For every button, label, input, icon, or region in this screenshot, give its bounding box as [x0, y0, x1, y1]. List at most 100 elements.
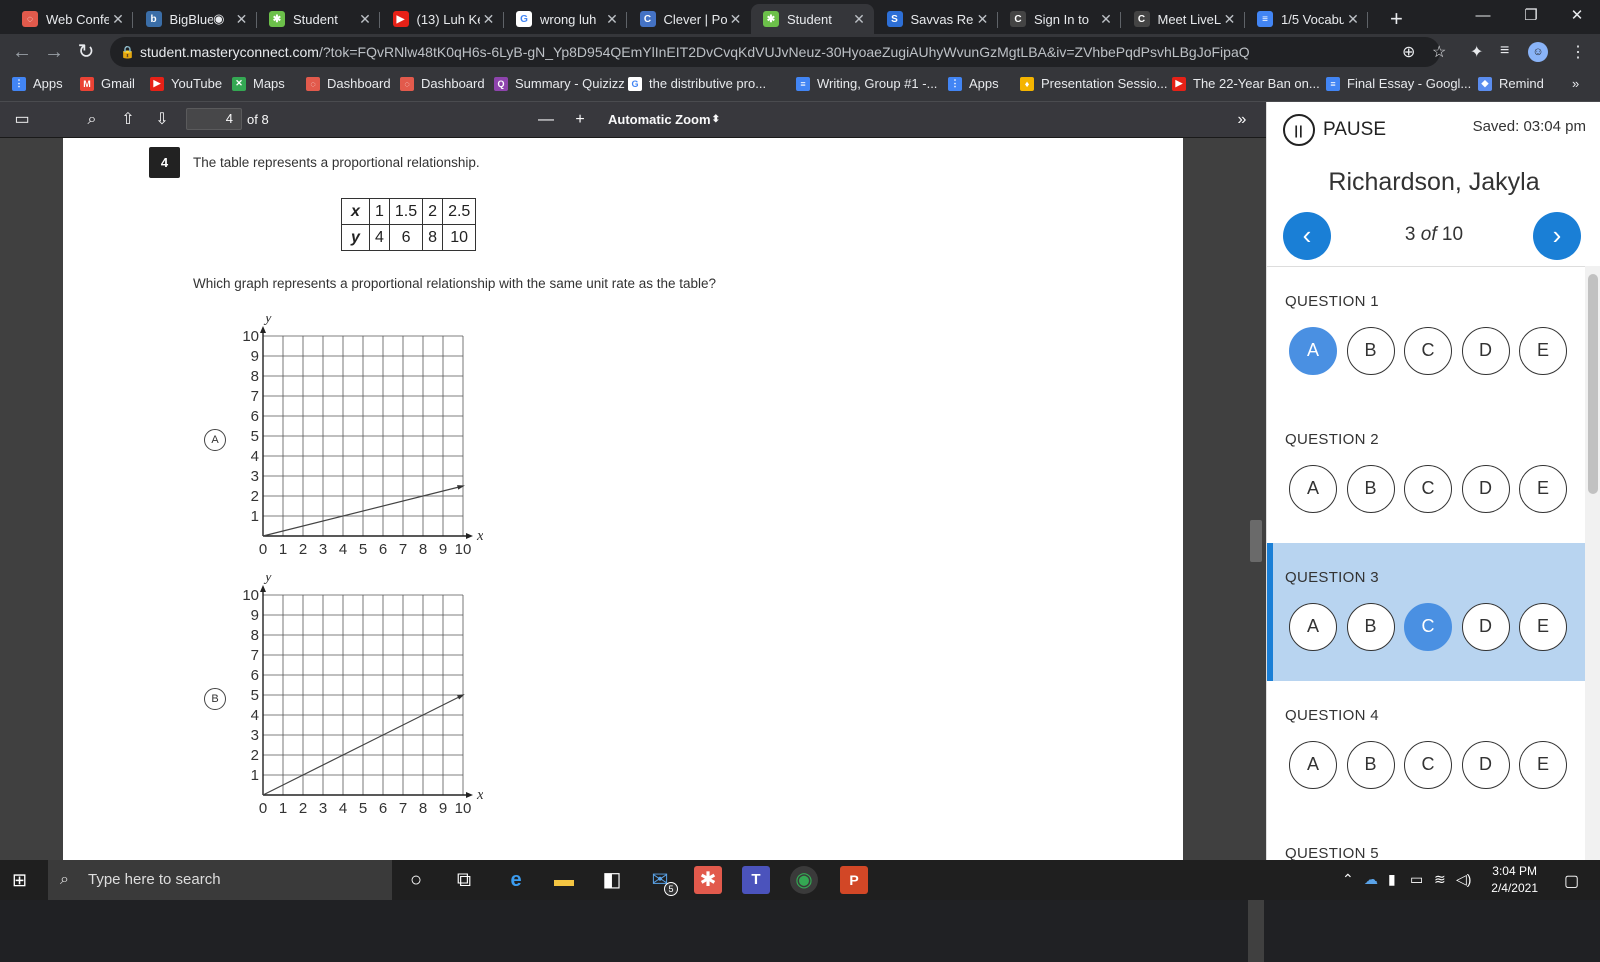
answer-option[interactable]: B [1346, 327, 1395, 375]
bookmark-item[interactable]: ◆ Remind [1478, 76, 1544, 91]
extensions-icon[interactable]: ✦ [1470, 42, 1483, 62]
next-question-button[interactable]: › [1533, 212, 1581, 260]
battery-icon[interactable]: ▭ [1410, 871, 1423, 888]
answer-option[interactable]: E [1519, 603, 1567, 651]
tray-chevron-icon[interactable]: ⌃ [1342, 871, 1354, 888]
bookmark-item[interactable]: ◌ Dashboard [400, 76, 485, 91]
browser-tab[interactable]: Gwrong luh ✕ [504, 4, 627, 34]
find-icon[interactable]: ⌕ [80, 108, 104, 132]
answer-option[interactable]: A [1289, 327, 1337, 375]
bookmark-item[interactable]: ▶ The 22-Year Ban on... [1172, 76, 1320, 91]
answer-option[interactable]: C [1404, 741, 1452, 789]
answer-option[interactable]: D [1461, 465, 1510, 513]
answer-option[interactable]: A [1289, 465, 1337, 513]
tab-close-icon[interactable]: ✕ [1097, 11, 1115, 28]
back-button[interactable]: ← [8, 38, 36, 66]
tab-close-icon[interactable]: ✕ [109, 11, 127, 28]
store-icon[interactable]: ◧ [598, 866, 626, 894]
bookmark-item[interactable]: ◌ Dashboard [306, 76, 391, 91]
sidebar-toggle-icon[interactable]: ▭ [10, 108, 34, 132]
pause-button[interactable]: || PAUSE [1283, 114, 1386, 146]
answer-option[interactable]: E [1519, 465, 1567, 513]
answer-option[interactable]: C [1404, 603, 1452, 651]
taskbar-search[interactable]: ⌕ Type here to search [48, 860, 392, 900]
answer-option[interactable]: D [1461, 741, 1510, 789]
tab-close-icon[interactable]: ✕ [727, 11, 745, 28]
restore-button[interactable]: ❐ [1508, 0, 1554, 34]
answer-option[interactable]: D [1461, 603, 1510, 651]
answer-option[interactable]: C [1404, 465, 1452, 513]
tab-close-icon[interactable]: ✕ [1221, 11, 1239, 28]
browser-tab[interactable]: C Clever | Por ✕ [628, 4, 751, 34]
browser-tab[interactable]: C Meet LiveL ✕ [1122, 4, 1245, 34]
answer-option[interactable]: E [1519, 741, 1567, 789]
file-explorer-icon[interactable]: ▬ [550, 866, 578, 894]
answer-option[interactable]: B [1346, 465, 1395, 513]
browser-tab[interactable]: ▶ (13) Luh Ke ✕ [381, 4, 504, 34]
bookmark-item[interactable]: ▶ YouTube [150, 76, 222, 91]
zoom-in-button[interactable]: + [568, 108, 592, 132]
browser-tab[interactable]: ◌ Web Confe ✕ [10, 4, 133, 34]
tools-menu-icon[interactable]: » [1230, 108, 1254, 132]
new-tab-button[interactable]: + [1390, 6, 1403, 32]
tab-close-icon[interactable]: ✕ [850, 11, 868, 28]
forward-button[interactable]: → [40, 38, 68, 66]
wifi-icon[interactable]: ≋ [1434, 871, 1446, 888]
edge-icon[interactable]: e [502, 866, 530, 894]
bookmark-item[interactable]: ⋮ Apps [12, 76, 63, 91]
answer-option[interactable]: A [1289, 741, 1337, 789]
notifications-icon[interactable]: ▢ [1564, 871, 1579, 891]
tab-close-icon[interactable]: ✕ [974, 11, 992, 28]
bookmark-item[interactable]: ♦ Presentation Sessio... [1020, 76, 1167, 91]
bookmark-item[interactable]: Q Summary - Quizizz [494, 76, 625, 91]
sidebar-scroll-thumb[interactable] [1588, 274, 1598, 494]
bookmark-item[interactable]: M Gmail [80, 76, 135, 91]
windows-start-icon[interactable]: ⊞ [12, 870, 27, 891]
bookmark-item[interactable]: ≡ Writing, Group #1 -... [796, 76, 937, 91]
pdf-scroll-thumb[interactable] [1250, 520, 1262, 562]
page-number-input[interactable]: 4 [186, 108, 242, 130]
close-window-button[interactable]: ✕ [1554, 0, 1600, 34]
answer-option[interactable]: E [1519, 327, 1567, 375]
bookmark-star-icon[interactable]: ☆ [1432, 42, 1446, 62]
app-icon[interactable]: ✱ [694, 866, 722, 894]
bookmark-item[interactable]: ⋮ Apps [948, 76, 999, 91]
more-bookmarks-icon[interactable]: » [1572, 76, 1579, 91]
answer-option[interactable]: D [1461, 327, 1510, 375]
tab-close-icon[interactable]: ✕ [233, 11, 251, 28]
minimize-button[interactable]: — [1460, 0, 1506, 34]
zoom-out-button[interactable]: — [534, 108, 558, 132]
next-page-icon[interactable]: ⇩ [150, 108, 174, 132]
tab-close-icon[interactable]: ✕ [356, 11, 374, 28]
bookmark-item[interactable]: ≡ Final Essay - Googl... [1326, 76, 1471, 91]
media-icon[interactable]: ≡ [1500, 42, 1509, 60]
browser-tab[interactable]: b BigBlue ◉ ✕ [134, 4, 257, 34]
browser-tab[interactable]: S Savvas Rea✕ [875, 4, 998, 34]
bookmark-item[interactable]: Gthe distributive pro... [628, 76, 766, 91]
menu-icon[interactable]: ⋮ [1570, 42, 1586, 62]
browser-tab[interactable]: ✱ Student ✕ [751, 4, 874, 34]
profile-avatar[interactable]: ☺ [1528, 42, 1548, 62]
task-view-icon[interactable]: ⧉ [450, 866, 478, 894]
address-bar[interactable]: 🔒 student.masteryconnect.com/?tok=FQvRNl… [110, 37, 1440, 67]
browser-tab[interactable]: ≡ 1/5 Vocabu ✕ [1245, 4, 1368, 34]
zoom-icon[interactable]: ⊕ [1402, 42, 1415, 62]
powerpoint-icon[interactable]: P [840, 866, 868, 894]
zoom-select[interactable]: Automatic Zoom ⬍ [600, 108, 730, 132]
pdf-scrollbar[interactable] [1248, 240, 1264, 962]
answer-option[interactable]: A [1289, 603, 1337, 651]
onedrive-icon[interactable]: ☁ [1364, 871, 1378, 888]
microphone-icon[interactable]: ▮ [1388, 871, 1396, 888]
answer-option[interactable]: B [1346, 603, 1395, 651]
reload-button[interactable]: ↻ [72, 38, 100, 66]
tab-close-icon[interactable]: ✕ [1344, 11, 1362, 28]
tab-close-icon[interactable]: ✕ [480, 11, 498, 28]
cortana-icon[interactable]: ○ [402, 866, 430, 894]
clock[interactable]: 3:04 PM 2/4/2021 [1491, 863, 1538, 897]
volume-icon[interactable]: ◁) [1456, 871, 1471, 888]
sidebar-scrollbar[interactable] [1585, 266, 1600, 860]
bookmark-item[interactable]: ✕ Maps [232, 76, 285, 91]
answer-option[interactable]: C [1404, 327, 1452, 375]
answer-option[interactable]: B [1346, 741, 1395, 789]
teams-icon[interactable]: T [742, 866, 770, 894]
